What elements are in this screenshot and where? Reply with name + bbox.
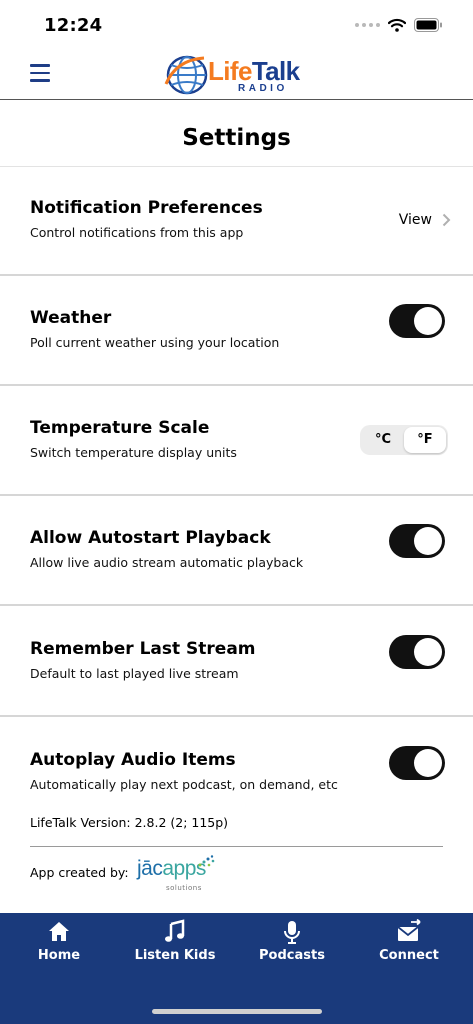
credit-label: App created by: [30,865,129,880]
setting-title: Notification Preferences [30,198,263,218]
nav-home[interactable]: Home [0,919,118,963]
status-bar: 12:24 [0,0,473,52]
setting-title: Temperature Scale [30,418,210,438]
home-icon [49,922,69,941]
setting-description: Automatically play next podcast, on dema… [30,777,338,792]
envelope-icon [397,919,421,941]
app-header: LifeTalk RADIO [0,52,473,100]
app-version: LifeTalk Version: 2.8.2 (2; 115p) [30,815,229,830]
setting-title: Remember Last Stream [30,639,256,659]
logo-subtitle: RADIO [238,83,288,94]
setting-title: Autoplay Audio Items [30,750,236,770]
setting-title: Weather [30,308,112,328]
view-notifications-link[interactable]: View [399,212,451,228]
dots-icon [198,855,215,867]
setting-autoplay-audio: Autoplay Audio Items Automatically play … [0,718,473,914]
nav-label: Home [37,948,81,963]
signal-icon [355,23,380,27]
bottom-nav: Home Listen Kids Podcasts Connect [0,913,473,1024]
jacapps-logo[interactable]: jācapps solutions [137,855,217,895]
autostart-toggle[interactable] [389,524,445,558]
weather-toggle[interactable] [389,304,445,338]
setting-remember-last-stream: Remember Last Stream Default to last pla… [0,607,473,717]
logo-wordmark: LifeTalk [208,56,300,86]
nav-podcasts[interactable]: Podcasts [233,919,351,963]
battery-icon [414,18,442,32]
setting-autostart-playback: Allow Autostart Playback Allow live audi… [0,496,473,606]
celsius-option[interactable]: °C [362,427,404,453]
remember-stream-toggle[interactable] [389,635,445,669]
nav-label: Podcasts [259,948,325,963]
status-time: 12:24 [44,15,103,36]
setting-temperature-scale: Temperature Scale Switch temperature dis… [0,386,473,496]
fahrenheit-option[interactable]: °F [404,427,446,453]
nav-listen-kids[interactable]: Listen Kids [116,919,234,963]
microphone-icon [284,921,300,944]
setting-description: Allow live audio stream automatic playba… [30,555,304,570]
nav-label: Listen Kids [134,948,216,963]
autoplay-toggle[interactable] [389,746,445,780]
wifi-icon [388,18,406,32]
chevron-right-icon [442,213,451,227]
setting-notification-preferences[interactable]: Notification Preferences Control notific… [0,166,473,276]
view-label: View [398,212,432,228]
divider [30,846,443,847]
setting-title: Allow Autostart Playback [30,528,271,548]
music-note-icon [165,919,185,942]
lifetalk-logo: LifeTalk RADIO [164,54,310,96]
setting-description: Control notifications from this app [30,225,244,240]
setting-description: Poll current weather using your location [30,335,280,350]
temperature-unit-switch: °C °F [360,425,448,455]
status-icons [355,18,443,32]
nav-label: Connect [379,948,439,963]
home-indicator[interactable] [152,1009,322,1014]
page-title: Settings [182,125,291,151]
setting-description: Switch temperature display units [30,445,237,460]
menu-button[interactable] [30,64,56,86]
setting-weather: Weather Poll current weather using your … [0,276,473,386]
nav-connect[interactable]: Connect [350,919,468,963]
globe-icon [164,55,208,95]
hamburger-icon [30,64,50,67]
setting-description: Default to last played live stream [30,666,239,681]
